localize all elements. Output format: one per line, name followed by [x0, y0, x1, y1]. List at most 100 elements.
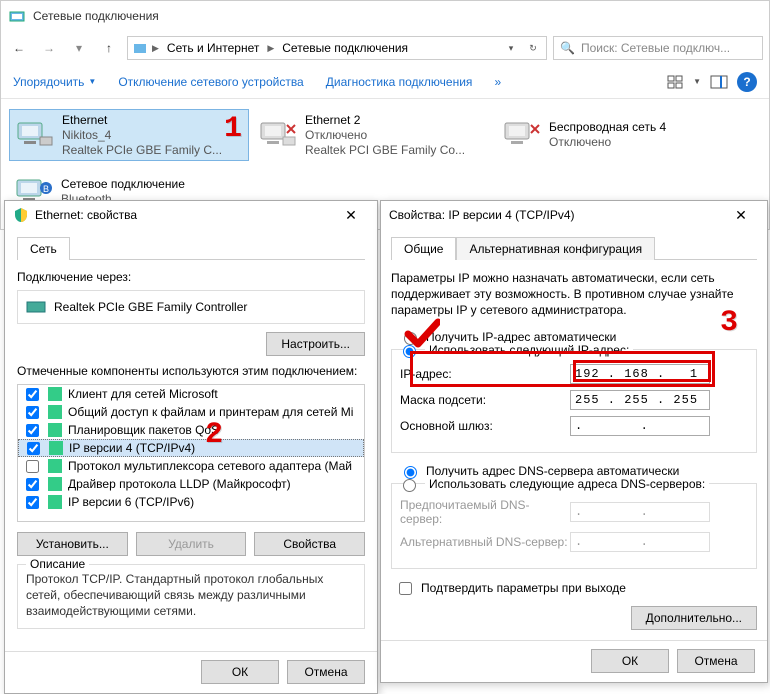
component-checkbox[interactable] [26, 496, 39, 509]
components-list[interactable]: Клиент для сетей Microsoft Общий доступ … [17, 384, 365, 522]
more-button[interactable]: » [494, 75, 534, 89]
manual-dns-group: Использовать следующие адреса DNS-сервер… [391, 483, 757, 569]
component-item-ipv4[interactable]: IP версии 4 (TCP/IPv4) [18, 439, 364, 457]
radio-label: Получить IP-адрес автоматически [426, 330, 616, 344]
close-button[interactable]: ✕ [723, 207, 759, 224]
up-button[interactable]: ↑ [97, 36, 121, 60]
breadcrumb-box[interactable]: ▶ Сеть и Интернет ▶ Сетевые подключения … [127, 36, 547, 60]
adapter-icon [26, 299, 46, 315]
confirm-on-exit[interactable]: Подтвердить параметры при выходе [395, 579, 757, 598]
search-placeholder: Поиск: Сетевые подключ... [581, 41, 730, 55]
connection-text: Ethernet Nikitos_4 Realtek PCIe GBE Fami… [62, 113, 222, 158]
radio-input[interactable] [403, 479, 416, 492]
view-mode-icon[interactable] [665, 72, 685, 92]
close-button[interactable]: ✕ [333, 207, 369, 224]
component-icon [48, 405, 62, 419]
titlebar: Сетевые подключения [1, 1, 769, 31]
radio-manual-dns[interactable]: Использовать следующие адреса DNS-сервер… [398, 476, 748, 492]
ethernet-properties-dialog: Ethernet: свойства ✕ Сеть Подключение че… [4, 200, 378, 694]
disable-device-button[interactable]: Отключение сетевого устройства [118, 75, 303, 89]
component-icon [49, 441, 63, 455]
chevron-right-icon: ▶ [267, 43, 274, 54]
dialog-title: Ethernet: свойства [35, 208, 333, 222]
device-name: Realtek PCIe GBE Family Controller [54, 300, 247, 314]
help-icon[interactable]: ? [737, 72, 757, 92]
radio-label: Использовать следующие адреса DNS-сервер… [425, 477, 709, 491]
component-icon [48, 477, 62, 491]
chevron-down-icon: ▼ [88, 77, 96, 86]
diagnose-button[interactable]: Диагностика подключения [326, 75, 473, 89]
organize-button[interactable]: Упорядочить▼ [13, 75, 96, 89]
component-icon [48, 495, 62, 509]
annotation-box-inner [573, 360, 711, 382]
component-label: IP версии 4 (TCP/IPv4) [69, 441, 195, 455]
connection-status: Отключено [305, 128, 465, 143]
connection-status: Nikitos_4 [62, 128, 222, 143]
dns1-label: Предпочитаемый DNS-сервер: [400, 498, 570, 526]
component-icon [48, 459, 62, 473]
ipv4-properties-dialog: Свойства: IP версии 4 (TCP/IPv4) ✕ Общие… [380, 200, 768, 683]
svg-text:B: B [43, 184, 49, 194]
back-button[interactable]: ← [7, 36, 31, 60]
component-icon [48, 387, 62, 401]
connection-desc: Realtek PCI GBE Family Co... [305, 143, 465, 158]
connection-item-ethernet2[interactable]: Ethernet 2 Отключено Realtek PCI GBE Fam… [253, 109, 493, 161]
network-adapter-icon-disabled [257, 115, 297, 155]
chevron-down-icon[interactable]: ▼ [693, 77, 701, 86]
recent-button[interactable]: ▾ [67, 36, 91, 60]
breadcrumb-icon [132, 40, 148, 56]
breadcrumb-item[interactable]: Сетевые подключения [278, 39, 412, 57]
components-label: Отмеченные компоненты используются этим … [17, 364, 365, 378]
description-text: Протокол TCP/IP. Стандартный протокол гл… [26, 571, 356, 620]
subnet-mask-input[interactable] [570, 390, 710, 410]
component-checkbox[interactable] [26, 478, 39, 491]
component-item[interactable]: Общий доступ к файлам и принтерам для се… [18, 403, 364, 421]
component-checkbox[interactable] [27, 442, 40, 455]
window-icon [9, 8, 25, 24]
component-item[interactable]: Клиент для сетей Microsoft [18, 385, 364, 403]
radio-input[interactable] [404, 466, 417, 479]
refresh-button[interactable]: ↻ [524, 43, 542, 54]
component-item[interactable]: IP версии 6 (TCP/IPv6) [18, 493, 364, 511]
properties-button[interactable]: Свойства [254, 532, 365, 556]
dialog-footer: ОК Отмена [381, 640, 767, 682]
toolbar: Упорядочить▼ Отключение сетевого устройс… [1, 65, 769, 99]
dialog-title: Свойства: IP версии 4 (TCP/IPv4) [389, 208, 723, 222]
component-item[interactable]: Планировщик пакетов QoS [18, 421, 364, 439]
remove-button: Удалить [136, 532, 247, 556]
connection-name: Ethernet [62, 113, 222, 128]
connection-item-ethernet[interactable]: Ethernet Nikitos_4 Realtek PCIe GBE Fami… [9, 109, 249, 161]
configure-button[interactable]: Настроить... [266, 332, 365, 356]
advanced-button[interactable]: Дополнительно... [631, 606, 757, 630]
shield-icon [13, 207, 29, 223]
component-item[interactable]: Драйвер протокола LLDP (Майкрософт) [18, 475, 364, 493]
path-dropdown[interactable]: ▾ [502, 43, 520, 54]
cancel-button[interactable]: Отмена [677, 649, 755, 673]
cancel-button[interactable]: Отмена [287, 660, 365, 684]
component-checkbox[interactable] [26, 460, 39, 473]
gateway-input[interactable] [570, 416, 710, 436]
gateway-label: Основной шлюз: [400, 419, 570, 433]
ok-button[interactable]: ОК [201, 660, 279, 684]
install-button[interactable]: Установить... [17, 532, 128, 556]
connection-item-wifi[interactable]: Беспроводная сеть 4 Отключено [497, 109, 737, 161]
ok-button[interactable]: ОК [591, 649, 669, 673]
annotation-2: 2 [205, 418, 223, 452]
component-checkbox[interactable] [26, 388, 39, 401]
tab-alternate[interactable]: Альтернативная конфигурация [456, 237, 655, 260]
tab-general[interactable]: Общие [391, 237, 456, 260]
search-input[interactable]: 🔍 Поиск: Сетевые подключ... [553, 36, 763, 60]
forward-button[interactable]: → [37, 36, 61, 60]
confirm-checkbox[interactable] [399, 582, 412, 595]
breadcrumb-item[interactable]: Сеть и Интернет [163, 39, 263, 57]
component-checkbox[interactable] [26, 424, 39, 437]
wifi-adapter-icon [501, 115, 541, 155]
connection-text: Беспроводная сеть 4 Отключено [549, 120, 666, 150]
tab-network[interactable]: Сеть [17, 237, 70, 260]
connection-status: Отключено [549, 135, 666, 150]
component-item[interactable]: Протокол мультиплексора сетевого адаптер… [18, 457, 364, 475]
annotation-1: 1 [224, 112, 242, 146]
dialog-footer: ОК Отмена [5, 651, 377, 693]
component-checkbox[interactable] [26, 406, 39, 419]
preview-pane-icon[interactable] [709, 72, 729, 92]
